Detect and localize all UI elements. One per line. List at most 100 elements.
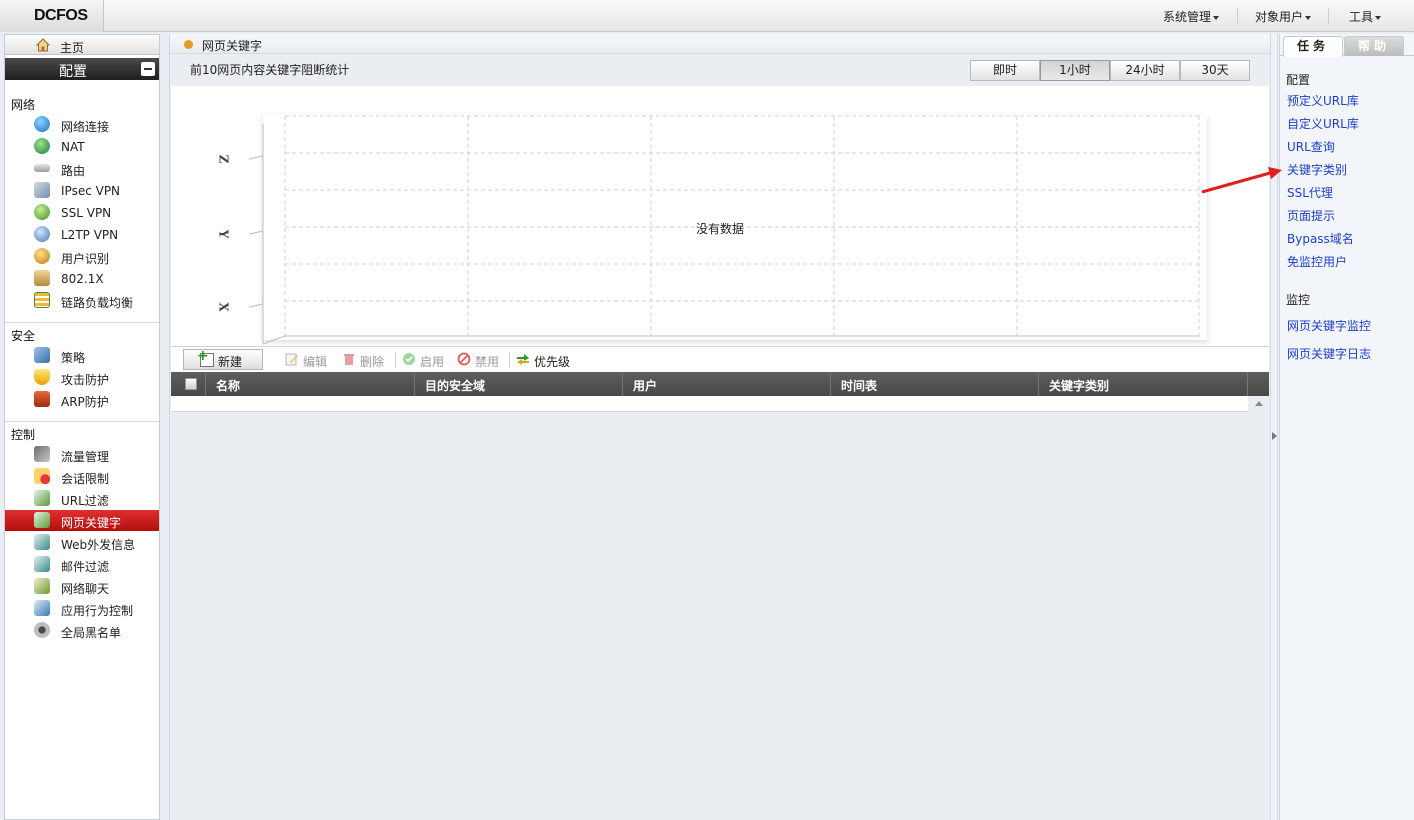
column-header-schedule[interactable]: 时间表 xyxy=(831,372,1039,396)
home-button[interactable]: 主页 xyxy=(5,35,159,55)
new-button[interactable]: 新建 xyxy=(183,348,263,370)
table-scrollbar[interactable] xyxy=(1249,396,1269,820)
chart-subtitle: 前10网页内容关键字阻断统计 xyxy=(190,63,350,77)
trash-icon xyxy=(344,354,354,365)
web-outbound-icon xyxy=(34,534,50,550)
divider xyxy=(1237,8,1238,24)
menu-tools[interactable]: 工具 xyxy=(1349,8,1382,25)
chevron-right-icon[interactable] xyxy=(1272,432,1277,440)
top-bar: DCFOS 系统管理 对象用户 工具 xyxy=(0,0,1414,32)
range-1h-button[interactable]: 1小时 xyxy=(1040,60,1110,81)
link-predefined-url-db[interactable]: 预定义URL库 xyxy=(1287,92,1359,109)
session-limit-icon xyxy=(34,468,50,484)
globe-icon xyxy=(34,116,50,132)
nav-url-filter[interactable]: URL过滤 xyxy=(5,488,159,509)
column-header-name[interactable]: 名称 xyxy=(206,372,415,396)
nav-app-control[interactable]: 应用行为控制 xyxy=(5,598,159,619)
nav-policy[interactable]: 策略 xyxy=(5,345,159,366)
arp-icon xyxy=(34,391,50,407)
column-header-user[interactable]: 用户 xyxy=(623,372,831,396)
divider xyxy=(509,352,510,368)
logo-text: DCFOS xyxy=(34,7,88,24)
nav-traffic-management[interactable]: 流量管理 xyxy=(5,444,159,465)
axis-label-x: X xyxy=(216,302,231,312)
nav-nat[interactable]: NAT xyxy=(5,136,159,157)
ipsec-vpn-icon xyxy=(34,182,50,198)
chevron-down-icon xyxy=(1213,15,1220,20)
shield-icon xyxy=(34,369,50,385)
router-icon xyxy=(34,164,50,172)
menu-object-users[interactable]: 对象用户 xyxy=(1255,8,1312,25)
nav-user-identify[interactable]: 用户识别 xyxy=(5,246,159,267)
nav-8021x[interactable]: 802.1X xyxy=(5,268,159,289)
panel-splitter[interactable] xyxy=(1270,34,1278,820)
nav-ipsec-vpn[interactable]: IPsec VPN xyxy=(5,180,159,201)
breadcrumb-label: 网页关键字 xyxy=(202,39,263,53)
swap-arrows-icon xyxy=(517,354,529,365)
left-sidebar: 主页 配置 网络 网络连接 NAT 路由 IPsec VPN SSL VPN L… xyxy=(4,34,160,820)
range-realtime-button[interactable]: 即时 xyxy=(970,60,1040,81)
tab-tasks[interactable]: 任务 xyxy=(1283,36,1343,57)
logo: DCFOS xyxy=(0,0,104,32)
column-header-dest-zone[interactable]: 目的安全域 xyxy=(415,372,623,396)
axis-label-z: Z xyxy=(216,154,231,164)
nav-arp-protection[interactable]: ARP防护 xyxy=(5,389,159,410)
scroll-up-icon[interactable] xyxy=(1255,401,1263,406)
column-header-keyword-category[interactable]: 关键字类别 xyxy=(1039,372,1248,396)
edit-icon xyxy=(285,353,298,366)
nav-attack-protection[interactable]: 攻击防护 xyxy=(5,367,159,388)
nav-network-connection[interactable]: 网络连接 xyxy=(5,114,159,135)
blacklist-icon xyxy=(34,622,50,638)
nav-global-blacklist[interactable]: 全局黑名单 xyxy=(5,620,159,641)
nav-web-outbound[interactable]: Web外发信息 xyxy=(5,532,159,553)
link-custom-url-db[interactable]: 自定义URL库 xyxy=(1287,115,1359,132)
link-web-keyword-log[interactable]: 网页关键字日志 xyxy=(1287,345,1371,362)
link-url-query[interactable]: URL查询 xyxy=(1287,138,1335,155)
app-control-icon xyxy=(34,600,50,616)
breadcrumb: 网页关键字 xyxy=(170,34,1270,54)
no-data-message: 没有数据 xyxy=(696,222,745,236)
divider xyxy=(5,322,159,323)
l2tp-vpn-icon xyxy=(34,226,50,242)
divider xyxy=(395,352,396,368)
link-bypass-domain[interactable]: Bypass域名 xyxy=(1287,230,1354,247)
nav-l2tp-vpn[interactable]: L2TP VPN xyxy=(5,224,159,245)
traffic-icon xyxy=(34,446,50,462)
range-24h-button[interactable]: 24小时 xyxy=(1110,60,1180,81)
nav-session-limit[interactable]: 会话限制 xyxy=(5,466,159,487)
section-title-config: 配置 xyxy=(1286,73,1311,87)
nav-mail-filter[interactable]: 邮件过滤 xyxy=(5,554,159,575)
nav-web-keyword[interactable]: 网页关键字 xyxy=(5,510,159,531)
section-title-control: 控制 xyxy=(11,428,36,442)
check-circle-icon xyxy=(403,353,415,365)
range-30d-button[interactable]: 30天 xyxy=(1180,60,1250,81)
policy-icon xyxy=(34,347,50,363)
tab-help[interactable]: 帮助 xyxy=(1344,36,1404,56)
collapse-icon[interactable] xyxy=(141,62,155,76)
right-panel: 任务 帮助 配置 预定义URL库 自定义URL库 URL查询 关键字类别 SSL… xyxy=(1279,34,1414,820)
table-body xyxy=(171,396,1248,412)
select-all-checkbox[interactable] xyxy=(185,378,197,390)
nav-chat[interactable]: 网络聊天 xyxy=(5,576,159,597)
nav-link-load-balance[interactable]: 链路负载均衡 xyxy=(5,290,159,311)
web-keyword-icon xyxy=(34,512,50,528)
home-icon xyxy=(35,38,51,52)
link-balance-icon xyxy=(34,292,50,308)
url-filter-icon xyxy=(34,490,50,506)
divider xyxy=(5,421,159,422)
link-keyword-category[interactable]: 关键字类别 xyxy=(1287,161,1347,178)
chart-grid xyxy=(248,114,1207,345)
prohibited-icon xyxy=(457,352,471,366)
link-web-keyword-monitor[interactable]: 网页关键字监控 xyxy=(1287,317,1371,334)
link-page-prompt[interactable]: 页面提示 xyxy=(1287,207,1335,224)
link-exempt-users[interactable]: 免监控用户 xyxy=(1287,253,1347,270)
link-ssl-proxy[interactable]: SSL代理 xyxy=(1287,184,1333,201)
menu-system-management[interactable]: 系统管理 xyxy=(1163,8,1220,25)
divider xyxy=(1328,8,1329,24)
chart-area: Z Y X 没有数据 xyxy=(171,86,1269,346)
home-label: 主页 xyxy=(60,41,85,55)
nav-ssl-vpn[interactable]: SSL VPN xyxy=(5,202,159,223)
nav-route[interactable]: 路由 xyxy=(5,158,159,179)
config-header[interactable]: 配置 xyxy=(5,58,159,80)
section-title-monitor: 监控 xyxy=(1286,293,1311,307)
